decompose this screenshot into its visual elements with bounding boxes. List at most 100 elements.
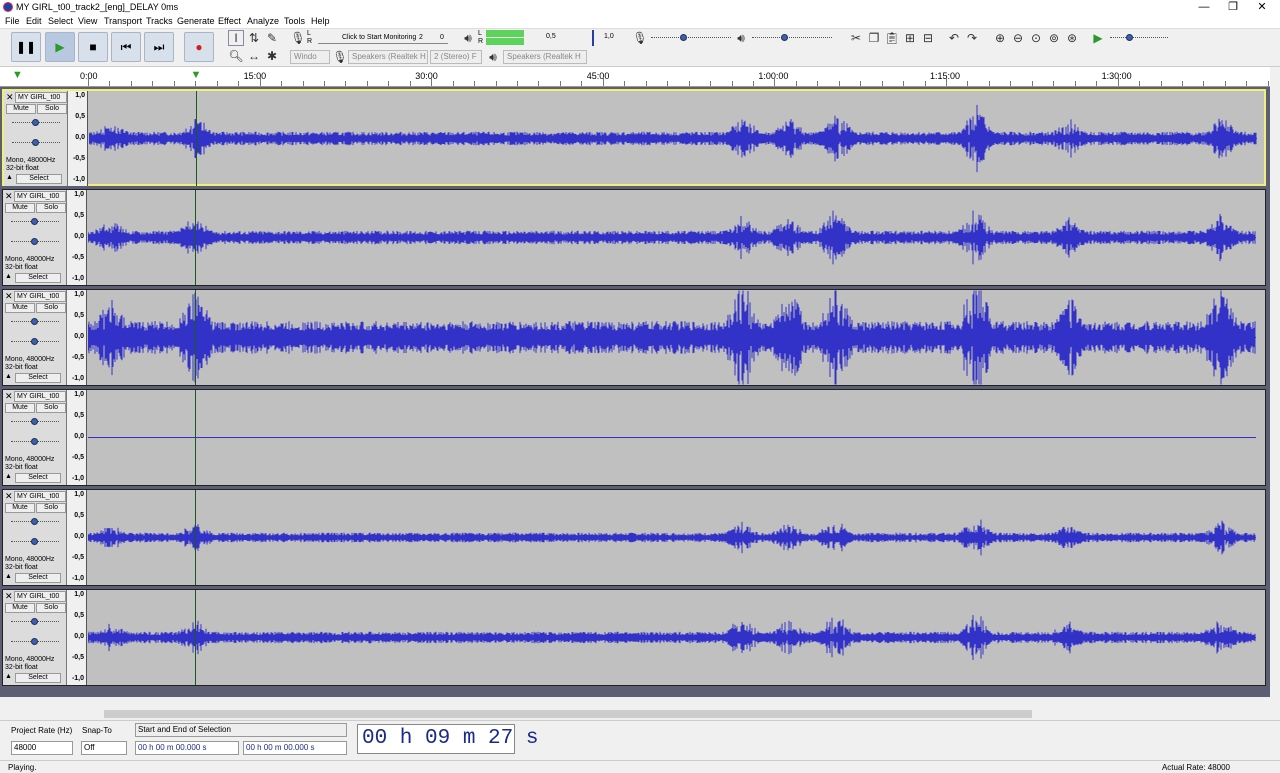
menu-generate[interactable]: Generate xyxy=(177,16,215,26)
track-name-menu[interactable]: MY GIRL_t00 xyxy=(14,391,66,402)
track-name-menu[interactable]: MY GIRL_t00 xyxy=(14,191,66,202)
minimize-button[interactable]: — xyxy=(1190,0,1218,15)
track-close-icon[interactable]: ✕ xyxy=(5,392,14,401)
track-mute-button[interactable]: Mute xyxy=(6,104,36,114)
track-close-icon[interactable]: ✕ xyxy=(5,592,14,601)
cut-icon[interactable]: ✂ xyxy=(848,30,864,46)
silence-icon[interactable]: ⊟ xyxy=(920,30,936,46)
recording-device-select[interactable]: Speakers (Realtek H xyxy=(348,50,428,64)
gain-knob[interactable] xyxy=(31,518,38,525)
track-gain-slider[interactable] xyxy=(11,216,59,228)
track-solo-button[interactable]: Solo xyxy=(36,203,66,213)
pan-knob[interactable] xyxy=(31,638,38,645)
track-solo-button[interactable]: Solo xyxy=(36,603,66,613)
waveform[interactable] xyxy=(88,390,1256,485)
close-button[interactable]: ✕ xyxy=(1248,0,1276,15)
trim-icon[interactable]: ⊞ xyxy=(902,30,918,46)
fit-selection-icon[interactable]: ⊙ xyxy=(1028,30,1044,46)
track-select-button[interactable]: Select xyxy=(15,273,61,283)
gain-knob[interactable] xyxy=(31,618,38,625)
playback-volume-knob[interactable] xyxy=(780,34,788,41)
project-rate-select[interactable]: 48000 xyxy=(11,741,73,755)
track-name-menu[interactable]: MY GIRL_t00 xyxy=(14,291,66,302)
waveform[interactable] xyxy=(88,590,1256,685)
pan-knob[interactable] xyxy=(31,438,38,445)
track-gain-slider[interactable] xyxy=(11,616,59,628)
track-pan-slider[interactable] xyxy=(11,536,59,548)
menu-select[interactable]: Select xyxy=(48,16,73,26)
pan-knob[interactable] xyxy=(31,338,38,345)
playback-meter[interactable]: 0,5 1,0 xyxy=(486,30,616,46)
vertical-scrollbar[interactable] xyxy=(1270,67,1280,720)
selection-tool-icon[interactable]: I xyxy=(228,30,244,46)
menu-file[interactable]: File xyxy=(5,16,20,26)
draw-tool-icon[interactable]: ✎ xyxy=(264,30,280,46)
audio-host-select[interactable]: Windo xyxy=(290,50,330,64)
track-select-button[interactable]: Select xyxy=(16,174,62,184)
collapse-icon[interactable]: ▲ xyxy=(5,273,12,280)
collapse-icon[interactable]: ▲ xyxy=(5,573,12,580)
menu-tracks[interactable]: Tracks xyxy=(146,16,173,26)
track-select-button[interactable]: Select xyxy=(15,373,61,383)
skip-start-button[interactable]: ⏮ xyxy=(111,32,141,62)
track-gain-slider[interactable] xyxy=(11,316,59,328)
collapse-icon[interactable]: ▲ xyxy=(6,174,13,181)
track-solo-button[interactable]: Solo xyxy=(36,403,66,413)
gain-knob[interactable] xyxy=(31,418,38,425)
undo-icon[interactable]: ↶ xyxy=(946,30,962,46)
timeshift-tool-icon[interactable]: ↔ xyxy=(246,48,262,64)
track-mute-button[interactable]: Mute xyxy=(5,203,35,213)
maximize-button[interactable]: ❐ xyxy=(1219,0,1247,15)
menu-transport[interactable]: Transport xyxy=(104,16,142,26)
collapse-icon[interactable]: ▲ xyxy=(5,673,12,680)
track-gain-slider[interactable] xyxy=(12,117,60,129)
pan-knob[interactable] xyxy=(31,538,38,545)
paste-icon[interactable]: 📋︎ xyxy=(884,30,900,46)
track-name-menu[interactable]: MY GIRL_t00 xyxy=(15,92,67,103)
audio-track[interactable]: ✕ MY GIRL_t00 Mute Solo Mono, 48000Hz 32-bit … xyxy=(2,89,1266,186)
playback-device-select[interactable]: Speakers (Realtek H xyxy=(503,50,587,64)
menu-view[interactable]: View xyxy=(78,16,97,26)
pan-knob[interactable] xyxy=(31,238,38,245)
gain-knob[interactable] xyxy=(31,218,38,225)
waveform[interactable] xyxy=(88,190,1256,285)
gain-knob[interactable] xyxy=(31,318,38,325)
audio-track[interactable]: ✕ MY GIRL_t00 Mute Solo Mono, 48000Hz 32-bit … xyxy=(2,189,1266,286)
record-button[interactable]: ● xyxy=(184,32,214,62)
track-name-menu[interactable]: MY GIRL_t00 xyxy=(14,491,66,502)
snap-to-select[interactable]: Off xyxy=(81,741,127,755)
multi-tool-icon[interactable]: ✱ xyxy=(264,48,280,64)
fit-project-icon[interactable]: ⊚ xyxy=(1046,30,1062,46)
playhead-marker-icon[interactable]: ▼ xyxy=(190,69,201,81)
track-close-icon[interactable]: ✕ xyxy=(5,492,14,501)
copy-icon[interactable]: ❐ xyxy=(866,30,882,46)
zoom-toggle-icon[interactable]: ⊛ xyxy=(1064,30,1080,46)
selection-end-input[interactable]: 00 h 00 m 00.000 s xyxy=(243,741,347,755)
track-close-icon[interactable]: ✕ xyxy=(5,292,14,301)
horizontal-scroll-thumb[interactable] xyxy=(104,710,1032,718)
zoom-out-icon[interactable]: ⊖ xyxy=(1010,30,1026,46)
menu-edit[interactable]: Edit xyxy=(26,16,42,26)
track-mute-button[interactable]: Mute xyxy=(5,403,35,413)
track-solo-button[interactable]: Solo xyxy=(37,104,67,114)
record-volume-knob[interactable] xyxy=(679,34,687,41)
play-speed-slider[interactable] xyxy=(1110,32,1168,44)
waveform[interactable] xyxy=(89,91,1257,186)
timeline-start-marker-icon[interactable]: ▼ xyxy=(12,69,23,81)
track-solo-button[interactable]: Solo xyxy=(36,503,66,513)
timeline-ruler[interactable]: ▼ 0:00 15:00 30:00 45:00 1:00:00 1:15:00 1:30:… xyxy=(0,67,1270,87)
track-select-button[interactable]: Select xyxy=(15,673,61,683)
track-mute-button[interactable]: Mute xyxy=(5,303,35,313)
redo-icon[interactable]: ↷ xyxy=(964,30,980,46)
horizontal-scrollbar[interactable] xyxy=(0,708,1270,720)
stop-button[interactable]: ■ xyxy=(78,32,108,62)
gain-knob[interactable] xyxy=(32,119,39,126)
track-close-icon[interactable]: ✕ xyxy=(5,192,14,201)
menu-analyze[interactable]: Analyze xyxy=(247,16,279,26)
track-mute-button[interactable]: Mute xyxy=(5,603,35,613)
collapse-icon[interactable]: ▲ xyxy=(5,473,12,480)
track-gain-slider[interactable] xyxy=(11,516,59,528)
track-close-icon[interactable]: ✕ xyxy=(6,93,15,102)
track-gain-slider[interactable] xyxy=(11,416,59,428)
track-name-menu[interactable]: MY GIRL_t00 xyxy=(14,591,66,602)
